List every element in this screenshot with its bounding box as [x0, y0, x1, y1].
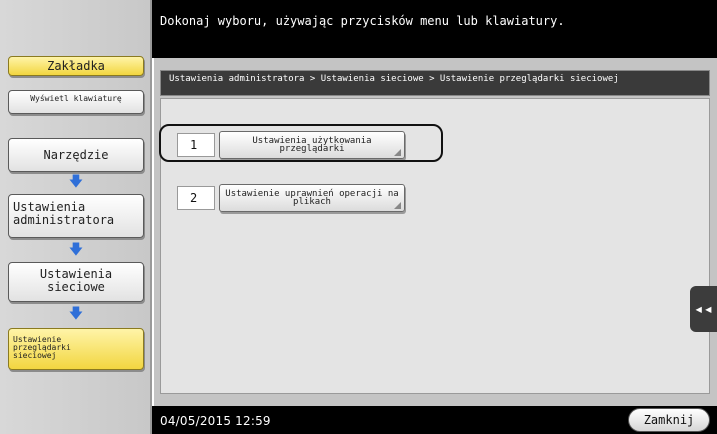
down-arrow-icon: 🡇 — [68, 174, 84, 190]
double-chevron-left-icon[interactable]: ◂◂ — [690, 286, 717, 332]
option-label: Ustawienie uprawnień operacji na plikach — [225, 189, 399, 207]
option-row[interactable]: 2 Ustawienie uprawnień operacji na plika… — [177, 184, 405, 212]
tab-button[interactable]: Zakładka — [8, 56, 144, 76]
show-keyboard-button[interactable]: Wyświetl klawiaturę — [8, 90, 144, 114]
sidebar-step-admin-settings[interactable]: Ustawienia administratora — [8, 194, 144, 238]
date-time: 04/05/2015 12:59 — [160, 414, 271, 428]
status-bar: 04/05/2015 12:59 Zamknij — [152, 406, 717, 434]
instruction-text: Dokonaj wyboru, używając przycisków menu… — [160, 14, 565, 28]
sidebar-step-tool[interactable]: Narzędzie — [8, 138, 144, 172]
sidebar-step-web-browser-settings[interactable]: Ustawienie przeglądarki sieciowej — [8, 328, 144, 370]
selection-highlight — [159, 124, 443, 162]
option-number: 2 — [177, 186, 215, 210]
message-bar: Dokonaj wyboru, używając przycisków menu… — [152, 0, 717, 58]
breadcrumb: Ustawienia administratora > Ustawienia s… — [160, 70, 710, 96]
down-arrow-icon: 🡇 — [68, 306, 84, 322]
sidebar: Zakładka Wyświetl klawiaturę Narzędzie 🡇… — [0, 0, 152, 434]
main-panel: Ustawienia administratora > Ustawienia s… — [154, 58, 717, 406]
close-button[interactable]: Zamknij — [628, 408, 710, 432]
corner-triangle-icon — [394, 202, 401, 209]
down-arrow-icon: 🡇 — [68, 242, 84, 258]
sidebar-step-network-settings[interactable]: Ustawienia sieciowe — [8, 262, 144, 302]
file-operation-permission-button[interactable]: Ustawienie uprawnień operacji na plikach — [219, 184, 405, 212]
